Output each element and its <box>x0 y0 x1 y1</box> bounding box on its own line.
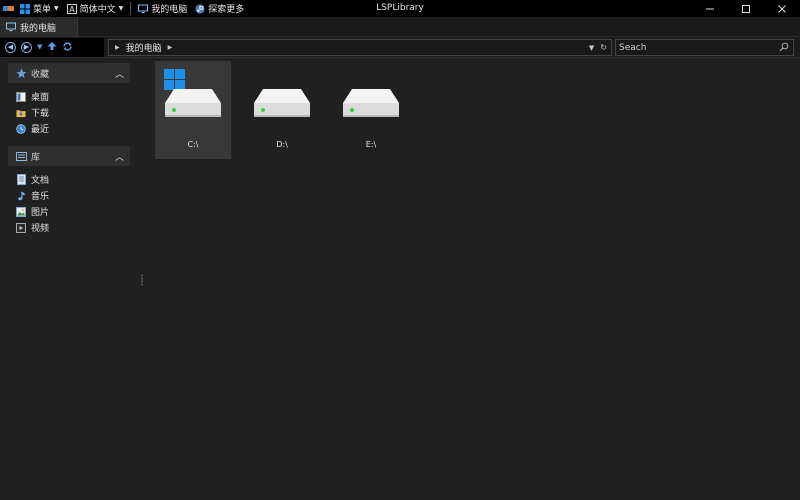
sidebar-item-label: 最近 <box>31 125 50 135</box>
drive-label: D:\ <box>276 140 288 149</box>
chevron-up-icon[interactable]: ︿ <box>115 150 124 163</box>
address-dropdown-icon[interactable]: ▼ <box>589 44 594 52</box>
sidebar-item-label: 下载 <box>31 109 50 119</box>
arrow-up-icon <box>47 42 57 50</box>
document-icon <box>16 174 26 185</box>
sidebar-resize-handle[interactable] <box>141 274 143 286</box>
favorites-section-header[interactable]: 收藏 ︿ <box>8 63 130 83</box>
arrow-left-icon: ◀ <box>7 43 14 51</box>
drive-label: E:\ <box>365 140 377 149</box>
sidebar-item-label: 桌面 <box>31 93 50 103</box>
hard-drive-icon <box>343 89 399 117</box>
drive-c[interactable]: C:\ <box>155 61 231 159</box>
refresh-address-icon[interactable]: ↻ <box>600 43 607 52</box>
search-input[interactable] <box>619 42 779 53</box>
tab-strip: 我的电脑 <box>0 17 800 37</box>
desktop-icon <box>16 91 26 102</box>
sidebar: 收藏 ︿ 桌面 下载 最近 库 ︿ 文档 音乐 图片 视频 <box>0 58 136 500</box>
arrow-right-icon: ▶ <box>23 43 30 51</box>
svg-text:A: A <box>69 5 75 14</box>
windows-logo-icon <box>20 3 30 14</box>
monitor-icon <box>138 4 149 13</box>
sidebar-item-label: 音乐 <box>31 192 50 202</box>
drives-view: C:\ D:\ E:\ <box>146 58 800 500</box>
hard-drive-icon <box>164 69 221 117</box>
refresh-button[interactable] <box>62 41 73 55</box>
history-dropdown-button[interactable]: ▼ <box>37 44 42 51</box>
sidebar-item-videos[interactable]: 视频 <box>16 220 49 235</box>
library-label: 库 <box>31 152 41 163</box>
toolbar-divider <box>130 2 132 15</box>
breadcrumb-my-computer[interactable]: 我的电脑 <box>126 41 162 54</box>
windows-logo-icon <box>164 69 185 90</box>
caret-down-icon: ▼ <box>54 5 59 12</box>
drive-label: C:\ <box>187 140 199 149</box>
tab-label: 我的电脑 <box>20 23 57 34</box>
caret-down-icon: ▼ <box>118 5 124 12</box>
library-section-header[interactable]: 库 ︿ <box>8 146 130 166</box>
address-bar[interactable]: ▶ 我的电脑 ▶ ▼ ↻ <box>108 39 612 56</box>
sidebar-item-recent[interactable]: 最近 <box>16 121 49 136</box>
chevron-up-icon[interactable]: ︿ <box>115 67 124 80</box>
up-arrow-button[interactable] <box>47 41 57 54</box>
navigation-bar: ◀ ▶ ▼ ▶ 我的电脑 ▶ ▼ ↻ <box>0 37 800 58</box>
navigation-buttons: ◀ ▶ ▼ <box>0 38 104 57</box>
minimize-icon <box>706 8 714 9</box>
sidebar-item-label: 视频 <box>31 224 50 234</box>
picture-icon <box>16 206 26 217</box>
clock-icon <box>16 123 26 134</box>
drive-d[interactable]: D:\ <box>244 61 320 159</box>
forward-button[interactable]: ▶ <box>21 42 32 53</box>
title-bar: 菜单 ▼ A 简体中文 ▼ 我的电脑 探索更多 LSPLibrary <box>0 0 800 17</box>
sidebar-item-documents[interactable]: 文档 <box>16 172 49 187</box>
maximize-icon <box>742 4 750 13</box>
search-box[interactable] <box>615 39 794 56</box>
tab-my-computer[interactable]: 我的电脑 <box>0 17 78 37</box>
chevron-right-icon[interactable]: ▶ <box>115 44 120 51</box>
language-label: 简体中文 <box>79 5 116 15</box>
font-icon: A <box>66 3 77 14</box>
sidebar-item-pictures[interactable]: 图片 <box>16 204 49 219</box>
language-button[interactable]: A 简体中文 ▼ <box>63 0 128 17</box>
search-icon <box>779 42 789 52</box>
minimize-button[interactable] <box>692 0 728 17</box>
video-icon <box>16 222 26 233</box>
steam-icon <box>195 3 205 14</box>
library-icon <box>16 151 27 161</box>
sidebar-item-music[interactable]: 音乐 <box>16 188 49 203</box>
menu-button[interactable]: 菜单 ▼ <box>16 0 63 17</box>
drive-e[interactable]: E:\ <box>333 61 409 159</box>
chevron-right-icon[interactable]: ▶ <box>168 44 173 51</box>
downloads-folder-icon <box>16 108 26 118</box>
menu-label: 菜单 <box>33 5 52 15</box>
maximize-button[interactable] <box>728 0 764 17</box>
favorites-label: 收藏 <box>31 69 50 80</box>
close-icon <box>778 4 786 13</box>
sidebar-item-label: 文档 <box>31 176 50 186</box>
app-icon <box>0 0 16 17</box>
back-button[interactable]: ◀ <box>5 42 16 53</box>
music-note-icon <box>16 190 26 201</box>
explore-more-button[interactable]: 探索更多 <box>191 0 248 17</box>
my-computer-button[interactable]: 我的电脑 <box>134 0 191 17</box>
sidebar-item-downloads[interactable]: 下载 <box>16 105 49 120</box>
star-icon <box>16 68 27 78</box>
sidebar-item-label: 图片 <box>31 208 50 218</box>
close-button[interactable] <box>764 0 800 17</box>
monitor-icon <box>6 22 16 32</box>
hard-drive-icon <box>254 89 310 117</box>
refresh-icon <box>63 41 73 51</box>
my-computer-label: 我的电脑 <box>151 5 188 15</box>
explore-more-label: 探索更多 <box>208 5 245 15</box>
sidebar-item-desktop[interactable]: 桌面 <box>16 89 49 104</box>
